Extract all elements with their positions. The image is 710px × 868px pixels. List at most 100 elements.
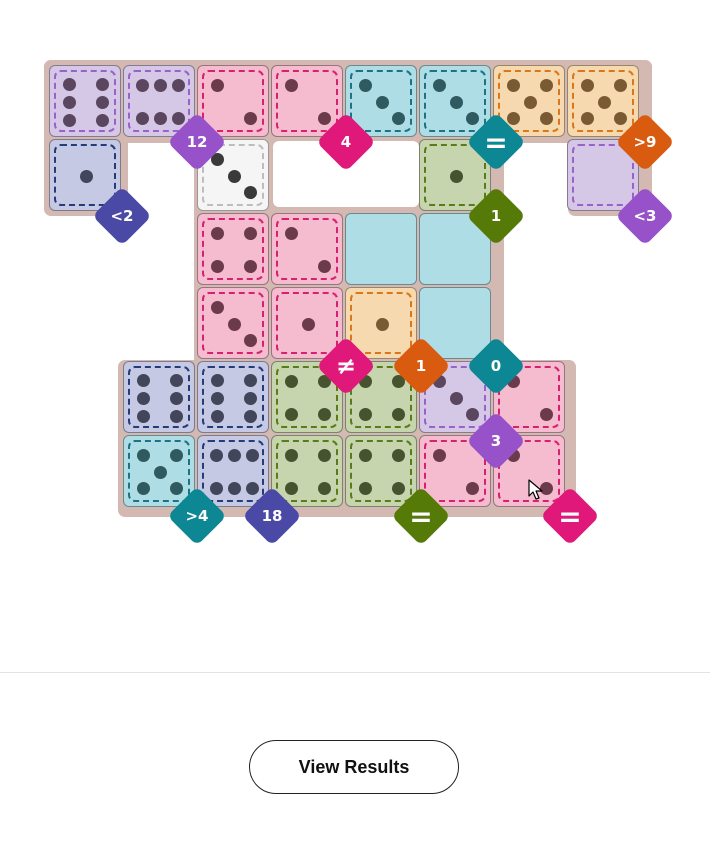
view-results-button[interactable]: View Results <box>249 740 459 794</box>
pip <box>244 373 258 387</box>
pip <box>170 391 184 405</box>
pip <box>171 78 185 92</box>
domino-cell-purple[interactable] <box>49 65 121 137</box>
pip <box>614 78 628 92</box>
constraint-badge: 4 <box>316 112 376 172</box>
pip <box>284 78 298 92</box>
pip <box>170 373 184 387</box>
pip <box>96 77 110 91</box>
pip <box>375 95 389 109</box>
pip <box>432 448 446 462</box>
pip <box>244 186 258 200</box>
constraint-badge: 12 <box>167 112 227 172</box>
pip <box>244 409 258 423</box>
pip <box>62 113 76 127</box>
pip <box>540 78 554 92</box>
pip <box>136 482 150 496</box>
pip <box>135 112 149 126</box>
pip <box>136 391 150 405</box>
badge-label: 0 <box>490 357 502 375</box>
pip <box>135 78 149 92</box>
constraint-badge: = <box>540 486 600 546</box>
badge-label: = <box>484 125 508 159</box>
domino-cell-navy[interactable] <box>197 361 269 433</box>
pip <box>136 373 150 387</box>
pip <box>244 391 258 405</box>
pip <box>244 112 258 126</box>
pip <box>318 448 332 462</box>
badge-label: >4 <box>185 507 209 525</box>
badge-label: 3 <box>490 432 502 450</box>
pip <box>210 226 224 240</box>
pip <box>170 448 184 462</box>
badge-label: 1 <box>415 357 427 375</box>
pip <box>392 112 406 126</box>
pip <box>318 408 332 422</box>
constraint-badge: >9 <box>615 112 675 172</box>
pip <box>432 78 446 92</box>
badge-label: 1 <box>490 207 502 225</box>
pip <box>96 95 110 109</box>
pip <box>62 77 76 91</box>
pip <box>210 300 224 314</box>
pip <box>301 317 315 331</box>
pip <box>210 260 224 274</box>
badge-label: >9 <box>633 133 657 151</box>
mouse-pointer-icon <box>528 479 543 500</box>
pip <box>375 317 389 331</box>
pip <box>358 482 372 496</box>
domino-cell-pink[interactable] <box>271 213 343 285</box>
pip <box>136 448 150 462</box>
pip <box>523 95 537 109</box>
badge-label: ≠ <box>335 352 357 380</box>
pip <box>392 408 406 422</box>
badge-label: <3 <box>633 207 657 225</box>
constraint-badge: 3 <box>466 411 526 471</box>
pip <box>358 408 372 422</box>
pip <box>153 112 167 126</box>
pip <box>244 334 258 348</box>
pip <box>358 448 372 462</box>
domino-cell-pink[interactable] <box>197 287 269 359</box>
pip <box>318 482 332 496</box>
constraint-badge: <2 <box>92 186 152 246</box>
pip <box>210 391 224 405</box>
pip <box>227 169 241 183</box>
pip <box>210 409 224 423</box>
pip <box>540 112 554 126</box>
pip <box>580 78 594 92</box>
pip <box>284 448 298 462</box>
pip <box>210 373 224 387</box>
constraint-badge: 1 <box>391 336 451 396</box>
pip <box>210 78 224 92</box>
constraint-badge: 18 <box>242 486 302 546</box>
constraint-badge: = <box>466 112 526 172</box>
pip <box>597 95 611 109</box>
pip <box>245 448 259 462</box>
domino-cell-navy[interactable] <box>123 361 195 433</box>
pip <box>244 226 258 240</box>
badge-label: <2 <box>110 207 134 225</box>
constraint-badge: <3 <box>615 186 675 246</box>
pip <box>79 169 93 183</box>
pip <box>244 260 258 274</box>
pip <box>580 112 594 126</box>
pip <box>153 465 167 479</box>
pip <box>318 260 332 274</box>
constraint-badge: ≠ <box>316 336 376 396</box>
pip <box>170 409 184 423</box>
pip <box>466 482 480 496</box>
pip <box>227 317 241 331</box>
puzzle-board: <2 12 4 = >9 1 <3 ≠ 1 0 3 >4 18 = = <box>0 0 710 560</box>
pip <box>284 226 298 240</box>
domino-cell-teal[interactable] <box>345 213 417 285</box>
pip <box>358 78 372 92</box>
badge-label: = <box>409 499 433 533</box>
pip <box>153 78 167 92</box>
pip <box>284 374 298 388</box>
domino-cell-pink[interactable] <box>197 213 269 285</box>
pip <box>449 391 463 405</box>
pip <box>392 448 406 462</box>
pip <box>449 95 463 109</box>
pip <box>209 448 223 462</box>
